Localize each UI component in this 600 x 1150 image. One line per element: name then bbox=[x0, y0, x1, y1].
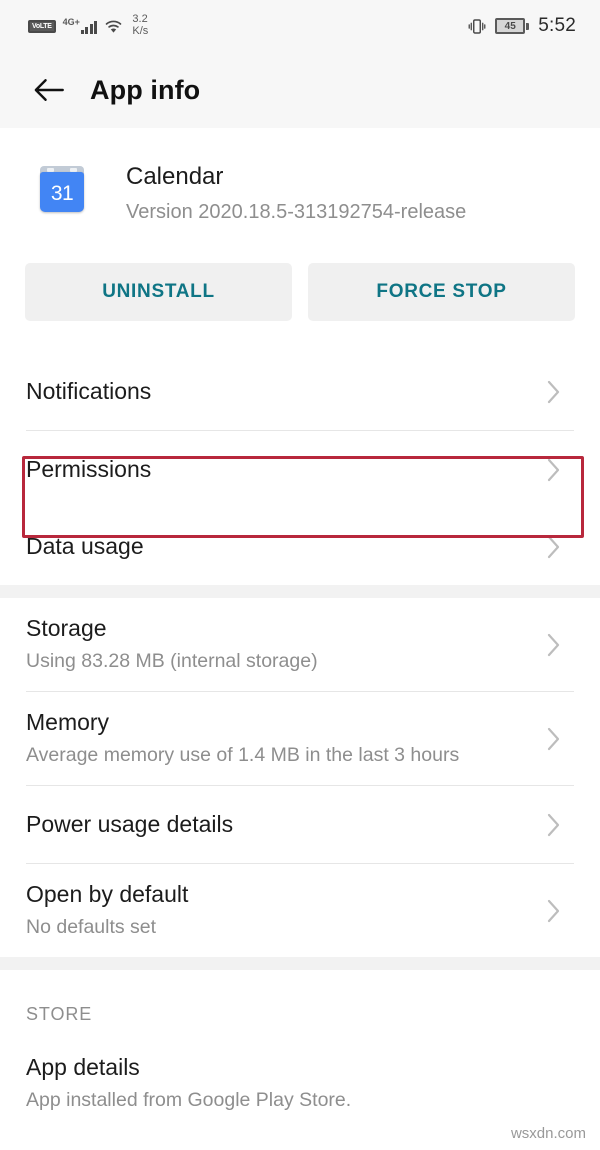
row-memory[interactable]: Memory Average memory use of 1.4 MB in t… bbox=[0, 692, 600, 785]
row-title: Storage bbox=[26, 615, 107, 642]
row-title: Permissions bbox=[26, 455, 152, 482]
row-title: Data usage bbox=[26, 532, 144, 559]
data-speed-unit: K/s bbox=[132, 25, 149, 37]
row-subtitle: App installed from Google Play Store. bbox=[26, 1089, 352, 1112]
network-type-label: 4G+ bbox=[62, 17, 80, 27]
status-bar-right: 45 5:52 bbox=[468, 15, 576, 37]
row-texts: Open by default No defaults set bbox=[26, 880, 188, 940]
chevron-right-icon bbox=[546, 378, 562, 406]
status-bar-left: VoLTE 4G+ 3.2 K/s bbox=[28, 14, 148, 37]
row-title: Power usage details bbox=[26, 810, 234, 837]
chevron-right-icon bbox=[546, 897, 562, 925]
status-bar: VoLTE 4G+ 3.2 K/s 45 5:52 bbox=[0, 0, 600, 52]
row-texts: Power usage details bbox=[26, 810, 233, 840]
force-stop-button[interactable]: FORCE STOP bbox=[308, 263, 575, 321]
data-speed-indicator: 3.2 K/s bbox=[132, 14, 148, 37]
row-title: Memory bbox=[26, 709, 110, 736]
row-texts: Memory Average memory use of 1.4 MB in t… bbox=[26, 708, 459, 768]
chevron-right-icon bbox=[546, 533, 562, 561]
clock-label: 5:52 bbox=[538, 15, 576, 36]
chevron-right-icon bbox=[546, 725, 562, 753]
section-separator bbox=[0, 585, 600, 598]
row-data-usage[interactable]: Data usage bbox=[0, 508, 600, 585]
signal-bars-icon bbox=[80, 20, 98, 34]
calendar-icon-body: 31 bbox=[40, 172, 84, 212]
chevron-right-icon bbox=[546, 456, 562, 484]
row-permissions[interactable]: Permissions bbox=[0, 431, 600, 508]
volte-icon: VoLTE bbox=[28, 19, 56, 33]
row-subtitle: Using 83.28 MB (internal storage) bbox=[26, 650, 318, 673]
action-buttons: UNINSTALL FORCE STOP bbox=[0, 225, 600, 321]
row-title: Open by default bbox=[26, 881, 189, 908]
settings-group-usage: Storage Using 83.28 MB (internal storage… bbox=[0, 598, 600, 957]
row-texts: Notifications bbox=[26, 377, 151, 407]
app-version-label: Version 2020.18.5-313192754-release bbox=[126, 201, 467, 223]
chevron-right-icon bbox=[546, 631, 562, 659]
app-name-label: Calendar bbox=[126, 163, 224, 190]
row-subtitle: No defaults set bbox=[26, 916, 157, 939]
uninstall-button[interactable]: UNINSTALL bbox=[25, 263, 292, 321]
calendar-app-icon: 31 bbox=[38, 166, 86, 214]
back-arrow-icon[interactable] bbox=[28, 69, 70, 111]
cellular-signal-icon: 4G+ bbox=[63, 18, 98, 34]
row-subtitle: Average memory use of 1.4 MB in the last… bbox=[26, 744, 460, 767]
store-section-label: STORE bbox=[0, 970, 600, 1025]
row-storage[interactable]: Storage Using 83.28 MB (internal storage… bbox=[0, 598, 600, 691]
row-title: Notifications bbox=[26, 377, 152, 404]
battery-tip bbox=[526, 22, 530, 30]
row-texts: Storage Using 83.28 MB (internal storage… bbox=[26, 614, 318, 674]
row-title: App details bbox=[26, 1054, 140, 1081]
chevron-right-icon bbox=[546, 811, 562, 839]
wifi-icon bbox=[104, 19, 123, 34]
row-power-usage-details[interactable]: Power usage details bbox=[0, 786, 600, 863]
row-open-by-default[interactable]: Open by default No defaults set bbox=[0, 864, 600, 957]
row-texts: Permissions bbox=[26, 455, 151, 485]
app-bar: App info bbox=[0, 52, 600, 128]
row-texts: App details App installed from Google Pl… bbox=[26, 1053, 351, 1113]
vibrate-icon bbox=[468, 17, 486, 36]
watermark-label: wsxdn.com bbox=[510, 1125, 586, 1142]
section-separator bbox=[0, 957, 600, 970]
row-notifications[interactable]: Notifications bbox=[0, 353, 600, 430]
settings-group-primary: Notifications Permissions Data usage bbox=[0, 353, 600, 585]
battery-icon: 45 bbox=[495, 18, 530, 34]
calendar-icon-day: 31 bbox=[50, 182, 74, 205]
app-meta: Calendar Version 2020.18.5-313192754-rel… bbox=[126, 160, 466, 225]
row-app-details[interactable]: App details App installed from Google Pl… bbox=[0, 1037, 600, 1130]
settings-group-store: App details App installed from Google Pl… bbox=[0, 1037, 600, 1130]
battery-level-label: 45 bbox=[495, 18, 526, 34]
row-texts: Data usage bbox=[26, 532, 144, 562]
page-title: App info bbox=[90, 74, 201, 105]
app-summary: 31 Calendar Version 2020.18.5-313192754-… bbox=[0, 128, 600, 225]
